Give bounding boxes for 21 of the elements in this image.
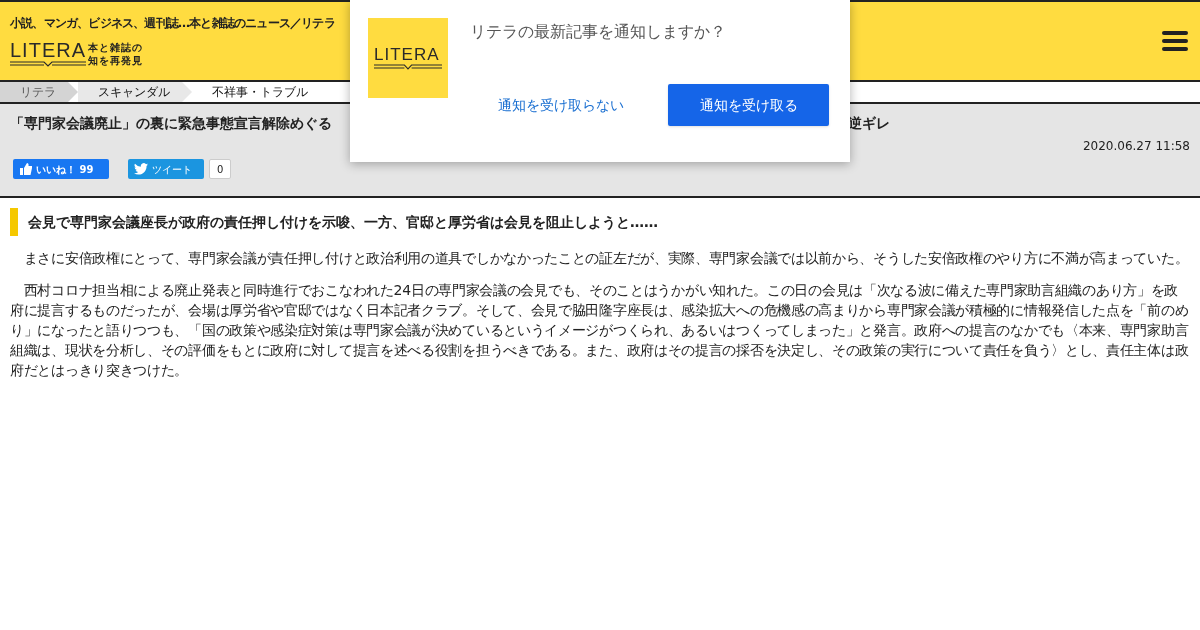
site-tagline: 小説、マンガ、ビジネス、週刊誌…本と雑誌のニュース／リテラ <box>10 15 335 32</box>
breadcrumb-item[interactable]: リテラ <box>0 82 78 102</box>
logo-slogan: 知を再発見 <box>88 54 144 67</box>
literа-logo: LITERA <box>10 40 87 68</box>
article-paragraph: まさに安倍政権にとって、専門家会議が責任押し付けと政治利用の道具でしかなかったことの証左だが、実際、専門家会議では以前から、そうした安倍政権のやり方に不満が高まっていた。 <box>22 249 1190 268</box>
breadcrumb-item[interactable]: スキャンダル <box>78 82 192 102</box>
like-button[interactable]: いいね！ 99 <box>13 159 109 179</box>
dialog-message: リテラの最新記事を通知しますか？ <box>470 21 726 43</box>
thumbs-up-icon <box>20 163 32 175</box>
menu-icon[interactable] <box>1162 30 1188 52</box>
literа-logo: LITERA <box>374 45 442 71</box>
tweet-button[interactable]: ツイート <box>128 159 204 179</box>
decline-button[interactable]: 通知を受け取らない <box>494 84 628 126</box>
article-subheading: 会見で専門家会議座長が政府の責任押し付けを示唆、一方、官邸と厚労省は会見を阻止しようと…… <box>10 208 1190 236</box>
article-title: 「専門家会議廃止」の裏に緊急事態宣言解除めぐる <box>10 114 332 133</box>
publish-date: 2020.06.27 11:58 <box>1082 138 1190 155</box>
tweet-count: 0 <box>209 159 232 179</box>
article-paragraph: 西村コロナ担当相による廃止発表と同時進行でおこなわれた24日の専門家会議の会見でも、そのことはうかがい知れた。この日の会見は「次なる波に備えた専門家助言組織のあり方」を政府に提言するものだったが、会場は厚労省や官邸ではなく日本記者クラブ。そして、会見で脇田隆字座長は、感染拡大への危機感の高まりから専門家会議が積極的に情報発信した点を「前のめり」になったと語りつつも、「国の政策や感染症対策は専門家会議が決めているというイメージがつくられ、あるいはつくってしまった」と発言。政府への提言のなかでも〈本来、専門家助言組織は、現状を分析し、その評価をもとに政府に対して提言を述べる役割を担うべきである。また、政府はその提言の採否を決定し、その政策の実行について責任を負う〉とし、責任主体は政府だとはっきり突きつけた。 <box>10 281 1190 380</box>
logo-slogan: 本と雑誌の <box>88 41 144 54</box>
accept-button[interactable]: 通知を受け取る <box>668 84 829 126</box>
bird-icon <box>134 163 148 175</box>
